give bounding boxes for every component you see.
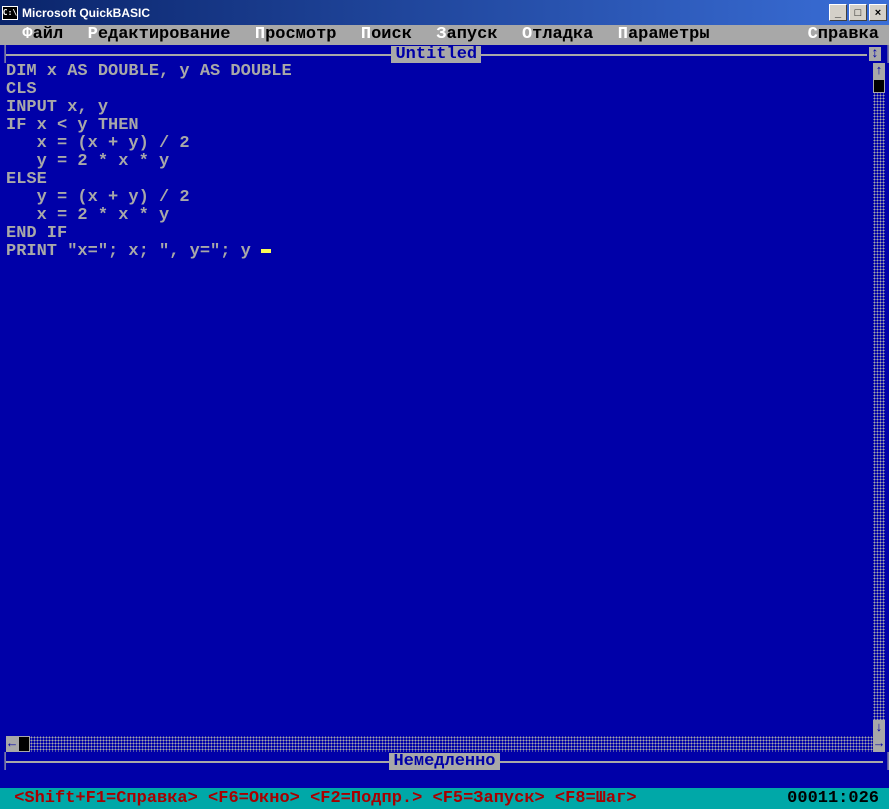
hint-help: <Shift+F1=Справка>: [14, 790, 198, 807]
immediate-window[interactable]: [0, 770, 889, 788]
immediate-title-divider: │ Немедленно │: [0, 752, 889, 770]
menu-file[interactable]: Файл: [20, 26, 65, 43]
scroll-right-icon[interactable]: →: [873, 736, 885, 752]
hscroll-track[interactable]: [18, 736, 873, 752]
scroll-up-icon[interactable]: ↑: [873, 63, 885, 79]
app-icon: C:\: [2, 6, 18, 20]
menu-options[interactable]: Параметры: [616, 26, 712, 43]
editor-title-divider: │ Untitled ↕ │: [0, 45, 889, 63]
titlebar-text: Microsoft QuickBASIC: [22, 6, 829, 20]
scroll-left-icon[interactable]: ←: [6, 736, 18, 752]
text-cursor: [261, 249, 271, 253]
code-line: END IF: [6, 225, 867, 243]
code-editor[interactable]: DIM x AS DOUBLE, y AS DOUBLECLSINPUT x, …: [0, 63, 873, 736]
maximize-button[interactable]: □: [849, 4, 867, 21]
titlebar[interactable]: C:\ Microsoft QuickBASIC _ □ ×: [0, 0, 889, 25]
close-button[interactable]: ×: [869, 4, 887, 21]
statusbar: <Shift+F1=Справка> <F6=Окно> <F2=Подпр.>…: [0, 788, 889, 809]
menu-run[interactable]: Запуск: [434, 26, 499, 43]
vertical-scrollbar[interactable]: ↑ ↓: [873, 63, 885, 736]
dos-screen: Файл Редактирование Просмотр Поиск Запус…: [0, 25, 889, 809]
editor-filename: Untitled: [391, 46, 481, 63]
hint-run: <F5=Запуск>: [433, 790, 545, 807]
hint-step: <F8=Шаг>: [555, 790, 637, 807]
code-line: y = (x + y) / 2: [6, 189, 867, 207]
minimize-button[interactable]: _: [829, 4, 847, 21]
menubar: Файл Редактирование Просмотр Поиск Запус…: [0, 25, 889, 45]
code-line: IF x < y THEN: [6, 117, 867, 135]
menu-edit[interactable]: Редактирование: [86, 26, 233, 43]
hint-window: <F6=Окно>: [208, 790, 300, 807]
code-line: CLS: [6, 81, 867, 99]
menu-help[interactable]: Справка: [806, 26, 889, 43]
window-max-icon[interactable]: ↕: [869, 47, 881, 61]
hscroll-thumb[interactable]: [18, 736, 30, 752]
menu-debug[interactable]: Отладка: [520, 26, 595, 43]
code-line: DIM x AS DOUBLE, y AS DOUBLE: [6, 63, 867, 81]
scroll-down-icon[interactable]: ↓: [873, 720, 885, 736]
menu-search[interactable]: Поиск: [359, 26, 414, 43]
cursor-position: 00011:026: [787, 790, 885, 807]
code-line: PRINT "x="; x; ", y="; y: [6, 243, 867, 261]
menu-view[interactable]: Просмотр: [253, 26, 339, 43]
code-line: y = 2 * x * y: [6, 153, 867, 171]
immediate-label: Немедленно: [389, 753, 499, 770]
vscroll-thumb[interactable]: [873, 79, 885, 93]
vscroll-track[interactable]: [873, 79, 885, 720]
code-line: x = 2 * x * y: [6, 207, 867, 225]
hint-sub: <F2=Подпр.>: [310, 790, 422, 807]
horizontal-scrollbar[interactable]: ← →: [6, 736, 885, 752]
code-line: x = (x + y) / 2: [6, 135, 867, 153]
app-window: C:\ Microsoft QuickBASIC _ □ × Файл Реда…: [0, 0, 889, 809]
code-line: ELSE: [6, 171, 867, 189]
code-line: INPUT x, y: [6, 99, 867, 117]
